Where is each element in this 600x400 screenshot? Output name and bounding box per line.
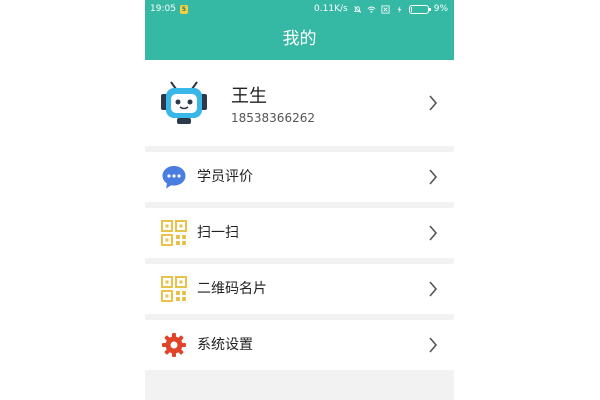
menu-item-label: 系统设置 bbox=[197, 337, 253, 353]
charging-icon bbox=[397, 5, 402, 13]
menu-item-label: 扫一扫 bbox=[197, 225, 239, 241]
chevron-right-icon bbox=[429, 281, 438, 297]
menu-item-label: 学员评价 bbox=[197, 169, 253, 185]
wifi-icon bbox=[367, 6, 376, 13]
menu-item-student-reviews[interactable]: 学员评价 bbox=[145, 152, 454, 202]
phone-screen: 19:05 5 0.11K/s 9% 我的 王生 18538366262 学员评… bbox=[145, 0, 454, 400]
menu-item-label: 二维码名片 bbox=[197, 281, 267, 297]
chevron-right-icon bbox=[429, 95, 438, 111]
notification-badge-icon: 5 bbox=[179, 4, 188, 14]
user-phone: 18538366262 bbox=[231, 111, 315, 125]
qr-code-icon bbox=[161, 276, 187, 302]
robot-avatar-icon bbox=[161, 81, 207, 124]
menu-item-scan[interactable]: 扫一扫 bbox=[145, 208, 454, 258]
menu-item-system-settings[interactable]: 系统设置 bbox=[145, 320, 454, 370]
chevron-right-icon bbox=[429, 337, 438, 353]
close-box-icon bbox=[381, 4, 390, 14]
page-title: 我的 bbox=[145, 18, 454, 60]
status-time: 19:05 bbox=[150, 4, 176, 14]
profile-card[interactable]: 王生 18538366262 bbox=[145, 60, 454, 146]
menu-item-qr-business-card[interactable]: 二维码名片 bbox=[145, 264, 454, 314]
chat-bubble-icon bbox=[162, 166, 186, 189]
qr-code-icon bbox=[161, 220, 187, 246]
user-name: 王生 bbox=[231, 86, 267, 107]
chevron-right-icon bbox=[429, 225, 438, 241]
chevron-right-icon bbox=[429, 169, 438, 185]
battery-percent: 9% bbox=[433, 4, 448, 14]
battery-icon bbox=[408, 4, 431, 14]
status-bar: 19:05 5 0.11K/s 9% bbox=[145, 0, 454, 18]
bell-off-icon bbox=[353, 5, 361, 13]
gear-icon bbox=[162, 333, 186, 357]
network-speed: 0.11K/s bbox=[314, 4, 348, 14]
